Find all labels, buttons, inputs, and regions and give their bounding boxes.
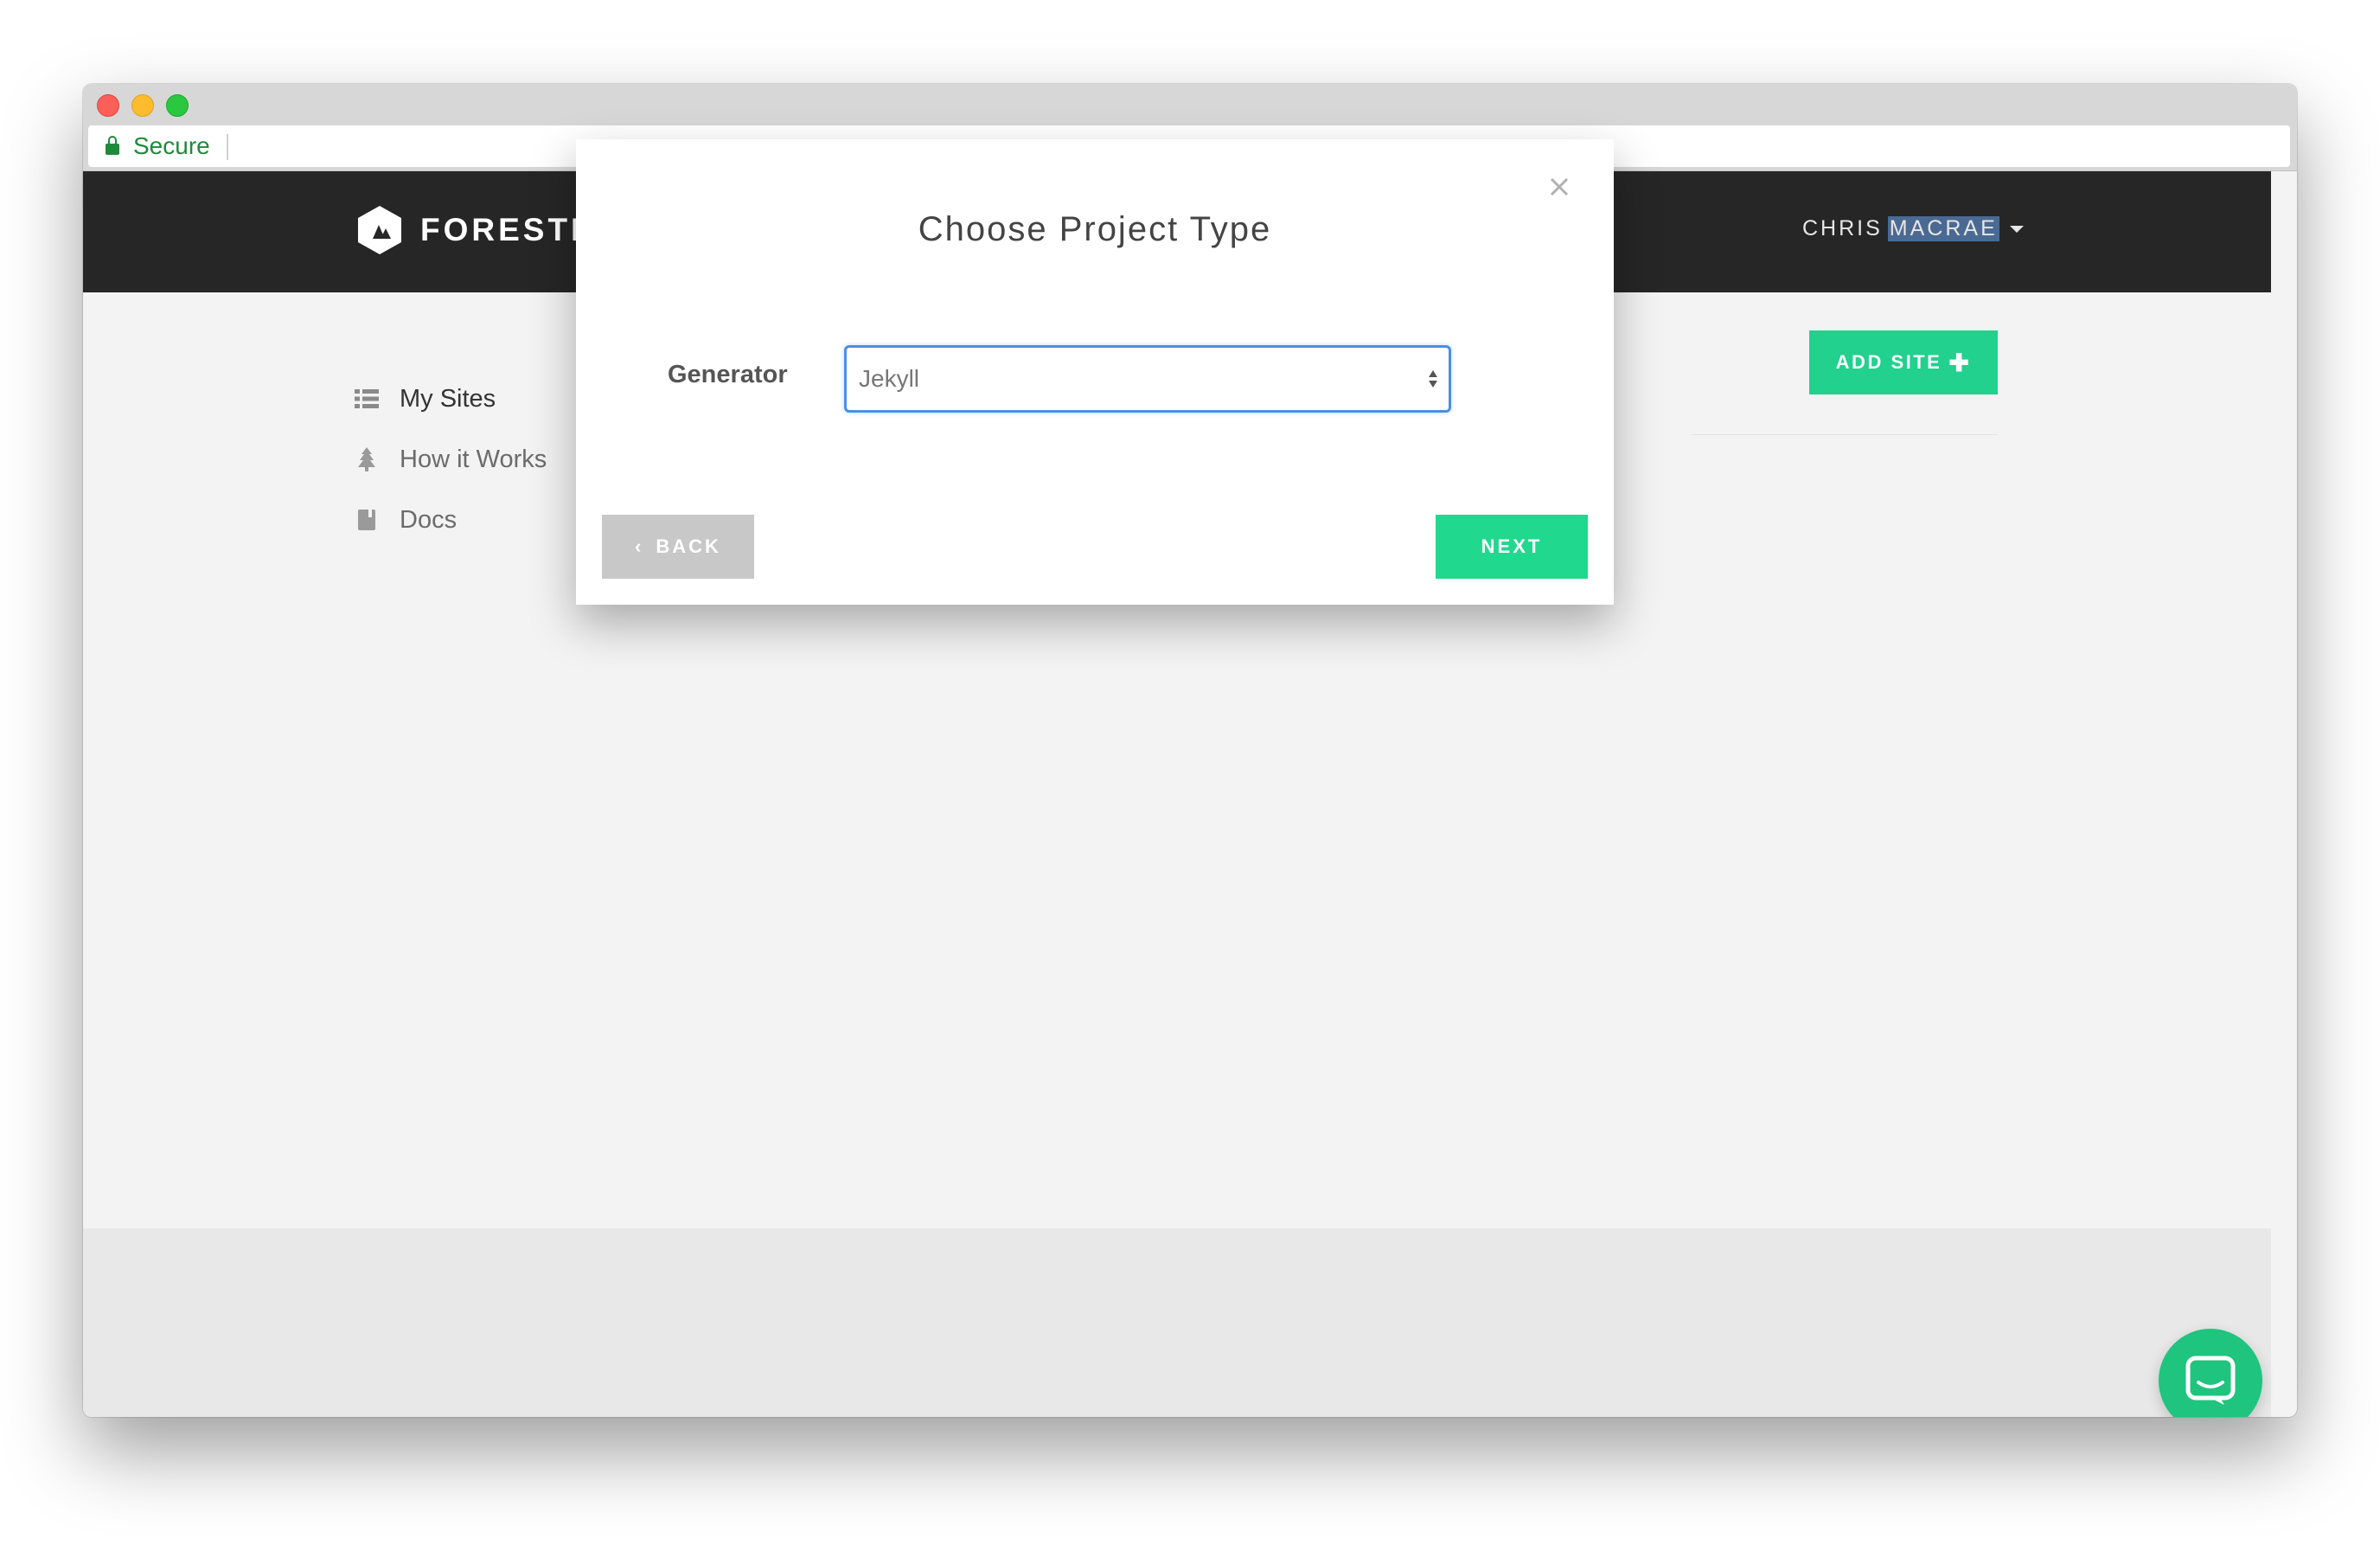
back-label: BACK	[656, 535, 721, 557]
user-last-name: MACRAE	[1887, 216, 1999, 241]
add-site-button[interactable]: ADD SITE ✚	[1809, 330, 1998, 394]
secure-label: Secure	[133, 132, 210, 159]
next-label: NEXT	[1481, 535, 1543, 557]
tree-icon	[355, 447, 379, 471]
user-menu[interactable]: CHRIS MACRAE	[1802, 216, 2024, 241]
footer-band	[83, 1228, 2271, 1417]
address-separator	[227, 134, 228, 160]
add-site-label: ADD SITE	[1835, 351, 1942, 373]
sidebar-item-docs[interactable]: Docs	[355, 490, 547, 550]
content-divider	[1692, 434, 1998, 435]
sidebar-item-label: How it Works	[400, 445, 547, 473]
sidebar-item-how-it-works[interactable]: How it Works	[355, 429, 547, 490]
sidebar-item-label: My Sites	[400, 384, 496, 413]
next-button[interactable]: NEXT	[1436, 515, 1588, 579]
select-arrows-icon	[1429, 370, 1437, 388]
book-icon	[355, 508, 379, 532]
forestry-hex-icon	[358, 206, 401, 254]
plus-icon: ✚	[1948, 349, 1972, 376]
sidebar-item-my-sites[interactable]: My Sites	[355, 369, 547, 429]
sidebar-item-label: Docs	[400, 505, 457, 534]
minimize-window-button[interactable]	[131, 94, 154, 117]
generator-select[interactable]: Jekyll	[844, 345, 1451, 413]
generator-select-value: Jekyll	[859, 365, 920, 392]
sidebar: My Sites How it Works Docs	[355, 369, 547, 550]
close-icon[interactable]	[1545, 172, 1574, 202]
close-window-button[interactable]	[97, 94, 119, 117]
list-icon	[355, 387, 379, 411]
chevron-left-icon: ‹	[635, 535, 644, 557]
choose-project-type-modal: Choose Project Type Generator Jekyll ‹ B…	[576, 139, 1614, 605]
zoom-window-button[interactable]	[166, 94, 189, 117]
generator-label: Generator	[668, 361, 788, 388]
caret-down-icon	[2009, 225, 2024, 233]
lock-icon	[106, 135, 119, 155]
modal-title: Choose Project Type	[918, 210, 1272, 248]
secure-indicator[interactable]: Secure	[106, 125, 210, 167]
back-button[interactable]: ‹ BACK	[602, 515, 754, 579]
user-first-name: CHRIS	[1802, 216, 1883, 240]
chat-icon	[2185, 1356, 2236, 1405]
